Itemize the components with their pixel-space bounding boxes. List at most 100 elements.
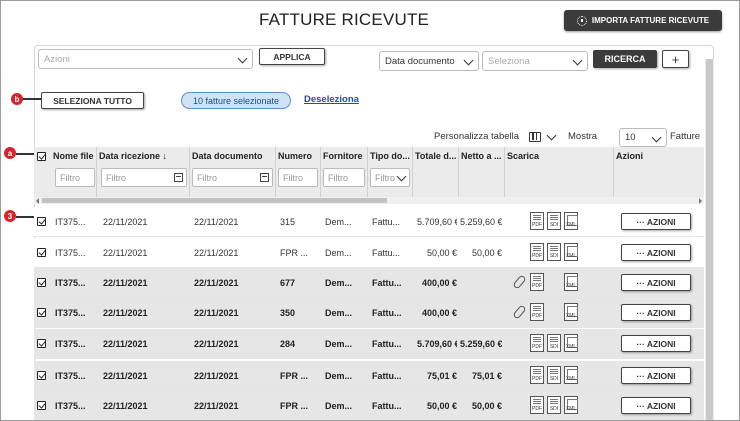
filter-nome-file[interactable]: Filtro bbox=[55, 168, 95, 187]
annotation-marker-b: b bbox=[11, 93, 23, 105]
pdf-download-icon[interactable]: PDF bbox=[530, 273, 544, 291]
import-invoices-button[interactable]: IMPORTA FATTURE RICEVUTE bbox=[564, 10, 722, 31]
xml-download-icon[interactable]: XML bbox=[564, 303, 578, 321]
annotation-marker-3: 3 bbox=[4, 210, 16, 222]
filter-tipo[interactable]: Filtro bbox=[370, 168, 410, 187]
sdi-download-icon[interactable]: SDI bbox=[547, 243, 561, 261]
pdf-download-icon[interactable]: PDF bbox=[530, 396, 544, 414]
date-type-select[interactable]: Data documento bbox=[379, 51, 479, 71]
filter-data-ricezione[interactable]: Filtro bbox=[101, 168, 187, 187]
select-all-button[interactable]: SELEZIONA TUTTO bbox=[41, 92, 144, 109]
row-checkbox[interactable] bbox=[37, 371, 46, 380]
row-checkbox[interactable] bbox=[37, 248, 46, 257]
table-row[interactable]: IT375... 22/11/2021 22/11/2021 284 Dem... Fat… bbox=[34, 329, 704, 359]
sdi-download-icon[interactable]: SDI bbox=[547, 396, 561, 414]
col-totale[interactable]: Totale d... bbox=[415, 151, 456, 161]
xml-download-icon[interactable]: XML bbox=[564, 243, 578, 261]
row-checkbox[interactable] bbox=[37, 308, 46, 317]
filter-placeholder: Filtro bbox=[197, 172, 217, 183]
col-data-ricezione[interactable]: Data ricezione ↓ bbox=[99, 151, 167, 161]
add-filter-button[interactable]: + bbox=[662, 50, 689, 68]
sdi-download-icon[interactable]: SDI bbox=[547, 366, 561, 384]
col-netto[interactable]: Netto a ... bbox=[461, 151, 502, 161]
vertical-scrollbar-thumb[interactable] bbox=[706, 59, 713, 420]
chevron-down-icon bbox=[237, 53, 248, 64]
xml-label: XML bbox=[565, 283, 577, 289]
pdf-download-icon[interactable]: PDF bbox=[530, 303, 544, 321]
scroll-right-icon[interactable] bbox=[699, 198, 702, 204]
horizontal-scrollbar[interactable] bbox=[34, 197, 704, 204]
row-checkbox[interactable] bbox=[37, 278, 46, 287]
filter-numero[interactable]: Filtro bbox=[278, 168, 318, 187]
row-actions-button[interactable]: ··· AZIONI bbox=[621, 335, 691, 352]
column-divider bbox=[189, 147, 190, 203]
col-nome-file[interactable]: Nome file bbox=[53, 151, 94, 161]
xml-download-icon[interactable]: XML bbox=[564, 212, 578, 230]
select-all-checkbox[interactable] bbox=[37, 152, 46, 161]
ricerca-button[interactable]: RICERCA bbox=[593, 50, 657, 68]
sdi-label: SDI bbox=[549, 253, 559, 259]
filter-fornitore[interactable]: Filtro bbox=[323, 168, 365, 187]
calendar-icon[interactable] bbox=[174, 173, 183, 182]
row-checkbox[interactable] bbox=[37, 401, 46, 410]
row-actions-button[interactable]: ··· AZIONI bbox=[621, 304, 691, 321]
pdf-download-icon[interactable]: PDF bbox=[530, 366, 544, 384]
column-divider bbox=[412, 147, 413, 203]
azioni-select[interactable]: Azioni bbox=[38, 49, 253, 69]
table-row[interactable]: IT375... 22/11/2021 22/11/2021 FPR ... Dem..… bbox=[34, 238, 704, 268]
annotation-line bbox=[16, 216, 36, 218]
deselect-link[interactable]: Deseleziona bbox=[304, 94, 359, 105]
invoices-unit-label: Fatture bbox=[670, 131, 701, 142]
pdf-label: PDF bbox=[532, 313, 542, 319]
cell-fornitore: Dem... bbox=[325, 217, 352, 227]
table-row[interactable]: IT375... 22/11/2021 22/11/2021 FPR ... Dem..… bbox=[34, 391, 704, 420]
sdi-download-icon[interactable]: SDI bbox=[547, 212, 561, 230]
cell-tipo: Fattu... bbox=[372, 371, 402, 381]
column-divider bbox=[613, 147, 614, 203]
cell-totale: 50,00 € bbox=[426, 401, 457, 411]
xml-download-icon[interactable]: XML bbox=[564, 334, 578, 352]
col-numero[interactable]: Numero bbox=[278, 151, 312, 161]
col-data-documento[interactable]: Data documento bbox=[192, 151, 263, 161]
pdf-download-icon[interactable]: PDF bbox=[530, 334, 544, 352]
period-select[interactable]: Seleziona bbox=[482, 51, 588, 71]
col-fornitore[interactable]: Fornitore bbox=[323, 151, 363, 161]
pdf-download-icon[interactable]: PDF bbox=[530, 243, 544, 261]
row-actions-button[interactable]: ··· AZIONI bbox=[621, 367, 691, 384]
cell-netto: 50,00 € bbox=[471, 401, 502, 411]
app-frame: FATTURE RICEVUTE IMPORTA FATTURE RICEVUT… bbox=[0, 0, 740, 421]
xml-download-icon[interactable]: XML bbox=[564, 366, 578, 384]
vertical-scrollbar[interactable] bbox=[705, 59, 714, 420]
cell-numero: 284 bbox=[280, 339, 296, 349]
sdi-download-icon[interactable]: SDI bbox=[547, 334, 561, 352]
applica-button[interactable]: APPLICA bbox=[259, 48, 325, 65]
page-size-select[interactable]: 10 bbox=[619, 128, 667, 147]
cell-totale: 400,00 € bbox=[421, 308, 457, 318]
row-checkbox[interactable] bbox=[37, 217, 46, 226]
attachment-icon[interactable] bbox=[512, 304, 527, 320]
xml-label: XML bbox=[565, 376, 577, 382]
calendar-icon[interactable] bbox=[260, 173, 269, 182]
row-actions-button[interactable]: ··· AZIONI bbox=[621, 397, 691, 414]
table-row[interactable]: IT375... 22/11/2021 22/11/2021 FPR ... Dem..… bbox=[34, 361, 704, 391]
cell-data-documento: 22/11/2021 bbox=[194, 248, 239, 258]
filter-data-documento[interactable]: Filtro bbox=[192, 168, 273, 187]
xml-download-icon[interactable]: XML bbox=[564, 273, 578, 291]
scroll-left-icon[interactable] bbox=[36, 198, 39, 204]
horizontal-scrollbar-thumb[interactable] bbox=[42, 198, 387, 203]
table-row[interactable]: IT375... 22/11/2021 22/11/2021 677 Dem... Fat… bbox=[34, 268, 704, 298]
columns-icon[interactable] bbox=[529, 132, 541, 142]
row-actions-button[interactable]: ··· AZIONI bbox=[621, 213, 691, 230]
xml-download-icon[interactable]: XML bbox=[564, 396, 578, 414]
pdf-label: PDF bbox=[532, 376, 542, 382]
table-row[interactable]: IT375... 22/11/2021 22/11/2021 315 Dem... Fat… bbox=[34, 207, 704, 237]
row-actions-button[interactable]: ··· AZIONI bbox=[621, 274, 691, 291]
table-row[interactable]: IT375... 22/11/2021 22/11/2021 350 Dem... Fat… bbox=[34, 298, 704, 328]
col-tipo[interactable]: Tipo do... bbox=[370, 151, 410, 161]
pdf-download-icon[interactable]: PDF bbox=[530, 212, 544, 230]
attachment-icon[interactable] bbox=[512, 274, 527, 290]
column-divider bbox=[458, 147, 459, 203]
row-actions-button[interactable]: ··· AZIONI bbox=[621, 244, 691, 261]
row-checkbox[interactable] bbox=[37, 339, 46, 348]
cell-totale: 5.709,60 € bbox=[417, 339, 457, 349]
